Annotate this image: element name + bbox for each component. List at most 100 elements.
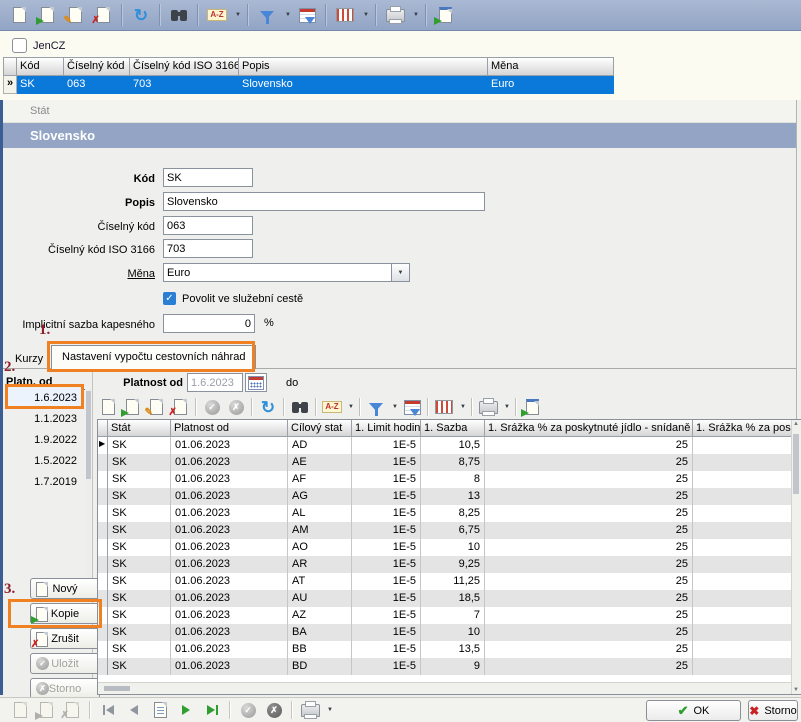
horizontal-scrollbar[interactable]	[98, 682, 792, 694]
kapesne-field[interactable]	[163, 314, 255, 333]
find-button[interactable]	[165, 2, 193, 28]
scrollbar-thumb[interactable]	[86, 391, 91, 479]
detail-table-column-header[interactable]: 1. Sazba	[421, 420, 485, 437]
sort-rows-button[interactable]: A-Z	[320, 397, 344, 418]
vertical-scrollbar[interactable]: ▲ ▼	[791, 420, 801, 694]
cancel-button[interactable]: ✗	[261, 699, 287, 721]
detail-table-row[interactable]: SK01.06.2023AZ1E-5725	[98, 607, 801, 624]
mena-value[interactable]: Euro	[163, 263, 391, 282]
copy-record-button-disabled[interactable]	[33, 699, 59, 721]
copy-row-button[interactable]	[120, 397, 144, 418]
novy-button[interactable]: Nový	[30, 578, 100, 599]
detail-table-column-header[interactable]: Cílový stat	[288, 420, 352, 437]
ciselny-kod-field[interactable]	[163, 216, 253, 235]
detail-table-row[interactable]: SK01.06.2023AM1E-56,7525	[98, 522, 801, 539]
platnost-date-item[interactable]: 1.1.2023	[6, 409, 84, 430]
detail-table-row[interactable]: SK01.06.2023AF1E-5825	[98, 471, 801, 488]
country-grid-column-header[interactable]: Popis	[239, 57, 488, 76]
country-grid-column-header[interactable]: Měna	[488, 57, 614, 76]
platnost-date-item[interactable]: 1.5.2022	[6, 451, 84, 472]
confirm-button-disabled[interactable]: ✓	[235, 699, 261, 721]
detail-table-row[interactable]: SK01.06.2023BA1E-51025	[98, 624, 801, 641]
columns-dropdown-button[interactable]: ▼	[359, 2, 371, 28]
country-grid-cell[interactable]: 063	[64, 76, 130, 94]
print-button[interactable]	[381, 2, 409, 28]
print-rows-button[interactable]	[476, 397, 500, 418]
sort-button[interactable]: A-Z	[203, 2, 231, 28]
country-grid-column-header[interactable]: Kód	[17, 57, 64, 76]
detail-table-row[interactable]: ▶SK01.06.2023AD1E-510,525	[98, 437, 801, 454]
find-rows-button[interactable]	[288, 397, 312, 418]
scroll-down-icon[interactable]: ▼	[792, 687, 800, 693]
detail-table-column-header[interactable]: 1. Limit hodin	[352, 420, 421, 437]
country-grid-cell[interactable]: 703	[130, 76, 239, 94]
sort-dropdown-button[interactable]: ▼	[231, 2, 243, 28]
new-row-button[interactable]	[96, 397, 120, 418]
columns-button[interactable]	[331, 2, 359, 28]
povolit-checkbox[interactable]: ✓	[163, 292, 176, 305]
detail-table-column-header[interactable]: 1. Srážka % za pos	[693, 420, 794, 437]
print-record-button[interactable]	[297, 699, 323, 721]
mena-dropdown-button[interactable]: ▼	[391, 263, 410, 282]
platnost-date-item[interactable]: 1.7.2019	[6, 472, 84, 493]
columns-rows-button[interactable]	[432, 397, 456, 418]
country-grid-data-row[interactable]: »SK063703SlovenskoEuro	[3, 76, 614, 94]
storno-button[interactable]: ✖ Storno	[748, 700, 798, 721]
delete-row-button[interactable]: ✗	[168, 397, 192, 418]
delete-record-button-disabled[interactable]: ✗	[59, 699, 85, 721]
filter-rows-button[interactable]	[364, 397, 388, 418]
kod-field[interactable]	[163, 168, 253, 187]
kopie-button[interactable]: Kopie	[30, 603, 100, 624]
country-grid-cell[interactable]: SK	[17, 76, 64, 94]
previous-record-button[interactable]	[121, 699, 147, 721]
confirm-row-button[interactable]: ✓	[200, 397, 224, 418]
detail-table-row[interactable]: SK01.06.2023AL1E-58,2525	[98, 505, 801, 522]
ok-button[interactable]: ✔ OK	[646, 700, 741, 721]
detail-table-column-header[interactable]: 1. Srážka % za poskytnuté jídlo - snídan…	[485, 420, 693, 437]
new-record-button[interactable]	[5, 2, 33, 28]
detail-table-row[interactable]: SK01.06.2023AO1E-51025	[98, 539, 801, 556]
ulozit-button[interactable]: ✓ Uložit	[30, 653, 100, 674]
filter-button[interactable]	[253, 2, 281, 28]
tab-nastaveni-vypoctu[interactable]: Nastavení vypočtu cestovních náhrad	[51, 345, 256, 369]
country-grid-cell[interactable]: Slovensko	[239, 76, 488, 94]
export-button[interactable]	[431, 2, 459, 28]
country-grid-cell[interactable]: Euro	[488, 76, 614, 94]
cancel-row-button[interactable]: ✗	[224, 397, 248, 418]
mena-label[interactable]: Měna	[3, 265, 155, 280]
refresh-button[interactable]: ↻	[127, 2, 155, 28]
filter-dropdown-button[interactable]: ▼	[281, 2, 293, 28]
calendar-button[interactable]	[245, 373, 267, 392]
detail-table-row[interactable]: SK01.06.2023AE1E-58,7525	[98, 454, 801, 471]
sort-rows-dropdown-button[interactable]: ▼	[344, 397, 356, 418]
detail-table-row[interactable]: SK01.06.2023AR1E-59,2525	[98, 556, 801, 573]
detail-table-column-header[interactable]: Platnost od	[171, 420, 288, 437]
detail-table-row[interactable]: SK01.06.2023AT1E-511,2525	[98, 573, 801, 590]
first-record-button[interactable]	[95, 699, 121, 721]
columns-rows-dropdown-button[interactable]: ▼	[456, 397, 468, 418]
print-rows-dropdown-button[interactable]: ▼	[500, 397, 512, 418]
platnost-date-item[interactable]: 1.6.2023	[6, 388, 84, 409]
jencz-checkbox[interactable]	[12, 38, 27, 53]
edit-record-button[interactable]: ✎	[61, 2, 89, 28]
country-grid-column-header[interactable]: Číselný kód	[64, 57, 130, 76]
iso-kod-field[interactable]	[163, 239, 253, 258]
detail-table-row[interactable]: SK01.06.2023BD1E-5925	[98, 658, 801, 675]
filter-values-button[interactable]	[293, 2, 321, 28]
current-record-button[interactable]	[147, 699, 173, 721]
scrollbar-thumb[interactable]	[104, 686, 130, 691]
scrollbar-thumb[interactable]	[793, 434, 799, 494]
print-record-dropdown-button[interactable]: ▼	[323, 699, 335, 721]
detail-table-row[interactable]: SK01.06.2023AG1E-51325	[98, 488, 801, 505]
detail-table-row[interactable]: SK01.06.2023BB1E-513,525	[98, 641, 801, 658]
zrusit-button[interactable]: ✗ Zrušit	[30, 628, 100, 649]
detail-table-row[interactable]: SK01.06.2023AU1E-518,525	[98, 590, 801, 607]
copy-record-button[interactable]	[33, 2, 61, 28]
edit-row-button[interactable]: ✎	[144, 397, 168, 418]
scroll-up-icon[interactable]: ▲	[792, 421, 800, 427]
date-list-scrollbar[interactable]	[86, 389, 91, 579]
delete-record-button[interactable]: ✗	[89, 2, 117, 28]
country-grid-column-header[interactable]: Číselný kód ISO 3166	[130, 57, 239, 76]
mena-combobox[interactable]: Euro ▼	[163, 263, 410, 282]
platnost-od-field[interactable]	[187, 373, 243, 392]
